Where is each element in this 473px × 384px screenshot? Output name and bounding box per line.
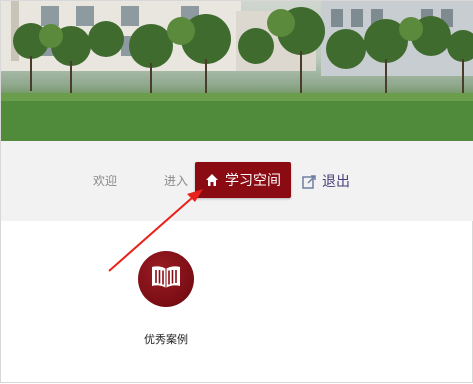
book-icon xyxy=(150,264,182,294)
campus-banner-image xyxy=(1,1,473,141)
exit-icon xyxy=(302,174,317,189)
home-icon xyxy=(205,173,219,187)
welcome-text: 欢迎 xyxy=(93,174,118,188)
study-space-button[interactable]: 学习空间 xyxy=(195,162,291,198)
excellent-cases-label: 优秀案例 xyxy=(144,333,188,346)
campus-scene xyxy=(1,1,473,141)
study-space-label: 学习空间 xyxy=(225,173,281,189)
logout-link[interactable]: 退出 xyxy=(302,172,350,190)
excellent-cases-button[interactable] xyxy=(138,251,194,307)
enter-text: 进入 xyxy=(164,174,189,188)
logout-label: 退出 xyxy=(322,174,350,190)
